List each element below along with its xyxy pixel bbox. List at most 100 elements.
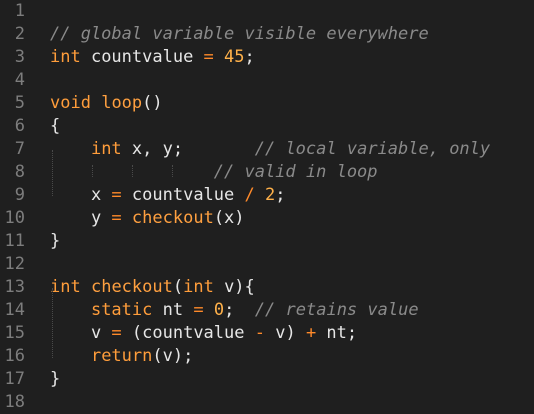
code-token: } <box>50 231 61 251</box>
code-line[interactable]: 4 <box>0 69 534 92</box>
code-token: ( <box>172 277 184 297</box>
code-line[interactable]: 10 y = checkout(x) <box>0 207 534 230</box>
line-number: 17 <box>4 369 25 389</box>
indent-guide <box>52 288 53 358</box>
code-token: y <box>50 208 112 228</box>
code-token: = <box>111 323 122 343</box>
code-line[interactable]: 11} <box>0 230 534 253</box>
code-token: // valid in loop <box>213 162 378 182</box>
line-number: 16 <box>4 346 25 366</box>
code-text: return(v); <box>50 345 193 368</box>
code-token: v) <box>264 323 306 343</box>
code-token: // global variable visible everywhere <box>50 24 429 44</box>
code-token: - <box>254 323 265 343</box>
code-token: void <box>50 93 91 113</box>
code-token: // local variable, only <box>254 139 491 159</box>
indent-guide <box>172 165 173 177</box>
code-token: int <box>50 277 81 297</box>
code-text: void loop() <box>50 92 163 115</box>
code-token: + <box>305 323 317 343</box>
code-token: countvalue <box>80 47 204 67</box>
code-text: static nt = 0; // retains value <box>50 299 419 322</box>
code-token: = <box>203 47 214 67</box>
line-number: 14 <box>4 300 25 320</box>
line-number: 6 <box>14 116 25 136</box>
line-number: 11 <box>4 231 25 251</box>
code-text: int countvalue = 45; <box>50 46 255 69</box>
code-token: ; <box>224 300 235 320</box>
code-line[interactable]: 1 <box>0 0 534 23</box>
line-number: 1 <box>14 1 25 21</box>
code-token: 2 <box>265 185 276 205</box>
code-token: checkout <box>131 208 214 228</box>
code-line[interactable]: 14 static nt = 0; // retains value <box>0 299 534 322</box>
line-number: 7 <box>14 139 25 159</box>
indent-guide <box>132 165 133 177</box>
code-text: } <box>50 368 60 391</box>
code-line[interactable]: 8 // valid in loop <box>0 161 534 184</box>
code-token: = <box>193 300 204 320</box>
code-line[interactable]: 12 <box>0 253 534 276</box>
code-token: () <box>142 93 163 113</box>
code-token: (v); <box>152 346 194 366</box>
code-token: return <box>90 346 153 366</box>
code-token: } <box>50 369 61 389</box>
code-token: { <box>50 116 61 136</box>
line-number: 13 <box>4 277 25 297</box>
line-number: 8 <box>14 162 25 182</box>
code-token: = <box>111 208 122 228</box>
code-line[interactable]: 6{ <box>0 115 534 138</box>
code-token: 0 <box>213 300 225 320</box>
code-line[interactable]: 16 return(v); <box>0 345 534 368</box>
code-line[interactable]: 5 void loop() <box>0 92 534 115</box>
code-token: int <box>183 277 214 297</box>
line-number: 9 <box>14 185 25 205</box>
code-line[interactable]: 3 int countvalue = 45; <box>0 46 534 69</box>
code-token: x, y; <box>121 139 255 159</box>
code-token: (countvalue <box>121 323 255 343</box>
code-token: int <box>50 47 81 67</box>
line-number: 10 <box>4 208 25 228</box>
code-token: nt; <box>316 323 358 343</box>
code-text: int checkout(int v){ <box>50 276 255 299</box>
code-line[interactable]: 7 int x, y; // local variable, only <box>0 138 534 161</box>
code-text: } <box>50 230 60 253</box>
line-number: 4 <box>14 70 25 90</box>
code-line[interactable]: 15 v = (countvalue - v) + nt; <box>0 322 534 345</box>
code-line[interactable]: 9 x = countvalue / 2; <box>0 184 534 207</box>
code-token: x <box>50 185 112 205</box>
code-token: = <box>111 185 122 205</box>
code-token: (x) <box>213 208 245 228</box>
code-token: loop <box>101 93 143 113</box>
line-number: 12 <box>4 254 25 274</box>
code-text: { <box>50 115 60 138</box>
line-number: 3 <box>14 47 25 67</box>
code-token: static <box>90 300 153 320</box>
line-number: 2 <box>14 24 25 44</box>
code-line[interactable]: 13 int checkout(int v){ <box>0 276 534 299</box>
code-token: v <box>50 323 112 343</box>
code-text: int x, y; // local variable, only <box>50 138 490 161</box>
code-text: v = (countvalue - v) + nt; <box>50 322 357 345</box>
line-number: 18 <box>4 392 25 412</box>
code-token: checkout <box>90 277 173 297</box>
code-token: / <box>244 185 255 205</box>
indent-guide <box>92 165 93 177</box>
code-token: ; <box>275 185 286 205</box>
code-line[interactable]: 18 <box>0 391 534 414</box>
line-number: 5 <box>14 93 25 113</box>
code-token: 45 <box>224 47 245 67</box>
code-line[interactable]: 2 // global variable visible everywhere <box>0 23 534 46</box>
indent-guide <box>52 150 53 196</box>
code-line[interactable]: 17} <box>0 368 534 391</box>
code-token: v){ <box>213 277 255 297</box>
code-editor[interactable]: 1 2// global variable visible everywhere 3… <box>0 0 534 412</box>
code-token: nt <box>152 300 194 320</box>
line-number: 15 <box>4 323 25 343</box>
